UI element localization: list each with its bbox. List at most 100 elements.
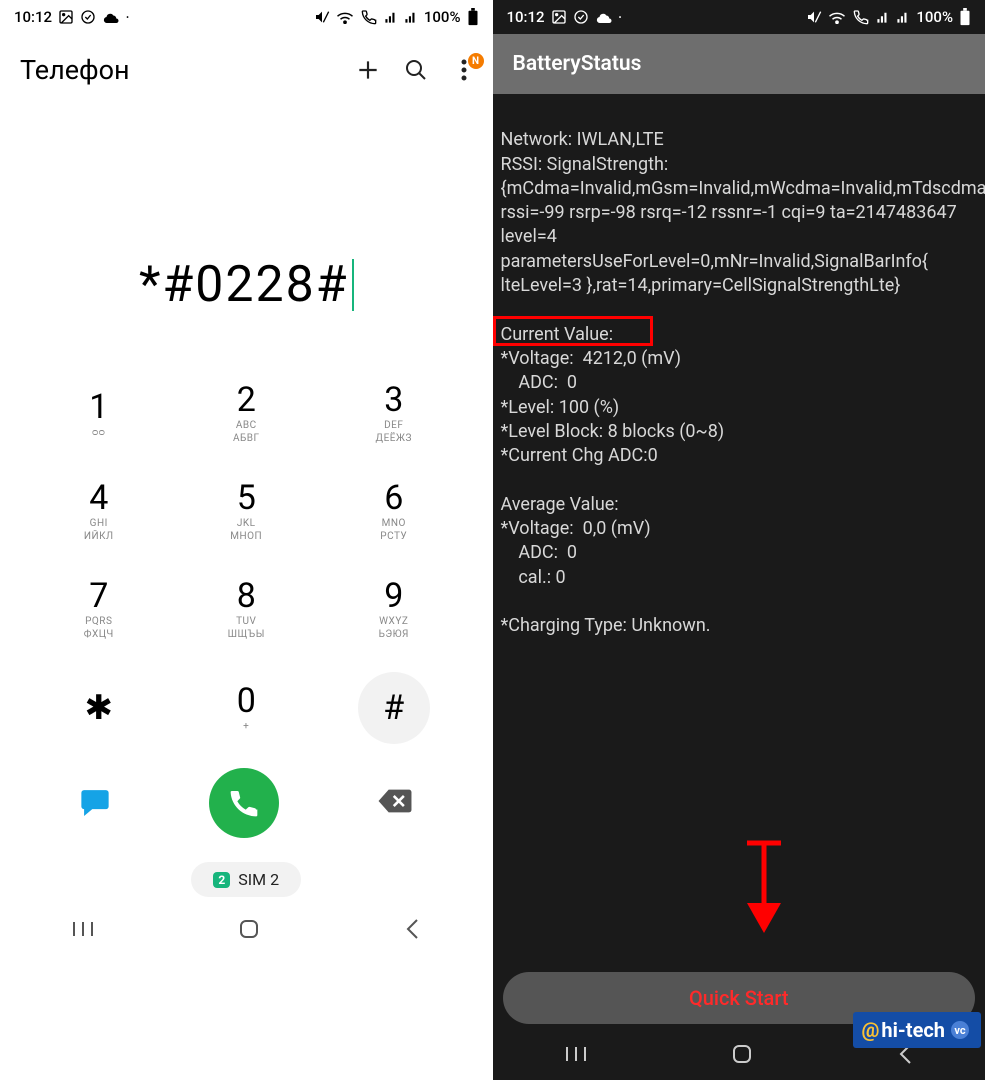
key-letters: WXYZЬЭЮЯ (379, 615, 409, 641)
avg-voltage-line: *Voltage: 0,0 (mV) (501, 518, 651, 539)
home-button[interactable] (238, 918, 260, 944)
mute-icon (806, 9, 822, 25)
battery-percent: 100% (916, 8, 953, 26)
search-button[interactable] (401, 58, 431, 82)
volte-icon (852, 9, 870, 25)
key-digit: 7 (89, 579, 108, 613)
avg-header: Average Value: (501, 494, 619, 515)
key-letters: JKLМНОП (230, 517, 262, 543)
phone-header: Телефон N (0, 34, 493, 96)
call-button[interactable] (209, 768, 279, 838)
android-nav-bar (0, 907, 493, 955)
keypad-key-4[interactable]: 4GHIИЙКЛ (30, 472, 168, 552)
add-button[interactable] (353, 57, 383, 83)
status-bar: 10:12 • (493, 0, 985, 34)
image-icon (58, 9, 74, 25)
keypad-key-2[interactable]: 2ABCАБВГ (178, 374, 316, 454)
sim-selector-row: 2 SIM 2 (0, 848, 493, 907)
key-digit: 1 (89, 390, 108, 424)
keypad-key-7[interactable]: 7PQRSФХЦЧ (30, 570, 168, 650)
key-digit: 8 (237, 579, 256, 613)
wifi-icon (336, 10, 354, 24)
message-button[interactable] (78, 786, 112, 820)
key-letters: PQRSФХЦЧ (84, 615, 114, 641)
keypad-key-1[interactable]: 1ᴑᴑ (30, 374, 168, 454)
key-digit: # (383, 691, 404, 725)
key-letters: MNOРСТУ (380, 517, 407, 543)
status-right: 100% (806, 8, 971, 26)
dialed-number-display: *#0228# (0, 96, 493, 374)
battery-icon (467, 8, 479, 26)
volte-icon (360, 9, 378, 25)
watermark-badge: vc (951, 1021, 969, 1039)
keypad-key-6[interactable]: 6MNOРСТУ (325, 472, 463, 552)
recents-button[interactable] (565, 1045, 587, 1067)
phone-dialer-screen: 10:12 • (0, 0, 493, 1080)
battery-status-body: Network: IWLAN,LTE RSSI: SignalStrength:… (493, 94, 985, 972)
keypad: 1ᴑᴑ2ABCАБВГ3DEFДЕЁЖЗ4GHIИЙКЛ5JKLМНОП6MNO… (0, 374, 493, 748)
status-left: 10:12 • (507, 8, 622, 26)
wifi-icon (828, 10, 846, 24)
sim-label: SIM 2 (238, 870, 279, 889)
status-right: 100% (314, 8, 479, 26)
annotation-arrow-icon (713, 814, 790, 970)
avg-adc-line: ADC: 0 (501, 542, 578, 563)
status-time: 10:12 (507, 8, 545, 26)
text-cursor (352, 259, 354, 311)
key-digit: 5 (237, 481, 256, 515)
key-letters: DEFДЕЁЖЗ (376, 419, 412, 445)
keypad-key-3[interactable]: 3DEFДЕЁЖЗ (325, 374, 463, 454)
dot-icon: • (126, 13, 129, 22)
check-circle-icon (573, 9, 589, 25)
status-left: 10:12 • (14, 8, 129, 26)
dialed-number: *#0228# (139, 256, 349, 314)
image-icon (551, 9, 567, 25)
level-block-line: *Level Block: 8 blocks (0~8) (501, 421, 725, 442)
annotation-highlight-box (493, 316, 653, 346)
watermark: @hi-tech vc (853, 1012, 981, 1048)
status-bar: 10:12 • (0, 0, 493, 34)
mute-icon (314, 9, 330, 25)
rssi-block: RSSI: SignalStrength:{mCdma=Invalid,mGsm… (501, 154, 985, 296)
key-digit: 6 (384, 481, 403, 515)
charging-type-line: *Charging Type: Unknown. (501, 615, 711, 636)
keypad-key-0[interactable]: 0+ (178, 668, 316, 748)
level-line: *Level: 100 (%) (501, 397, 620, 418)
key-letters: TUVШЩЪЫ (228, 615, 265, 641)
signal-icon-2 (896, 10, 910, 24)
check-circle-icon (80, 9, 96, 25)
current-chg-line: *Current Chg ADC:0 (501, 445, 658, 466)
keypad-key-*[interactable]: ✱ (30, 668, 168, 748)
network-line: Network: IWLAN,LTE (501, 129, 664, 150)
backspace-button[interactable] (376, 787, 414, 819)
home-button[interactable] (731, 1043, 753, 1069)
keypad-key-8[interactable]: 8TUVШЩЪЫ (178, 570, 316, 650)
avg-cal-line: cal.: 0 (501, 567, 566, 588)
voltage-line: *Voltage: 4212,0 (mV) (501, 348, 682, 369)
cloud-icon (595, 10, 613, 24)
app-title: Телефон (20, 54, 335, 86)
recents-button[interactable] (72, 920, 94, 942)
key-letters: + (243, 720, 249, 733)
adc-line: ADC: 0 (501, 372, 578, 393)
status-time: 10:12 (14, 8, 52, 26)
key-letters: ABCАБВГ (233, 419, 260, 445)
key-letters: GHIИЙКЛ (84, 517, 114, 543)
signal-icon (876, 10, 890, 24)
signal-icon (384, 10, 398, 24)
key-digit: 3 (384, 383, 403, 417)
key-digit: 2 (237, 383, 256, 417)
keypad-key-9[interactable]: 9WXYZЬЭЮЯ (325, 570, 463, 650)
sim-selector-button[interactable]: 2 SIM 2 (191, 862, 301, 897)
keypad-key-5[interactable]: 5JKLМНОП (178, 472, 316, 552)
keypad-key-#[interactable]: # (325, 668, 463, 748)
more-button[interactable]: N (449, 58, 479, 82)
battery-status-screen: 10:12 • (493, 0, 985, 1080)
dot-icon: • (619, 13, 622, 22)
watermark-text: hi-tech (881, 1018, 945, 1042)
battery-percent: 100% (424, 8, 461, 26)
back-button[interactable] (404, 918, 420, 944)
dialer-actions (0, 748, 493, 848)
cloud-icon (102, 10, 120, 24)
watermark-at: @ (861, 1018, 879, 1042)
